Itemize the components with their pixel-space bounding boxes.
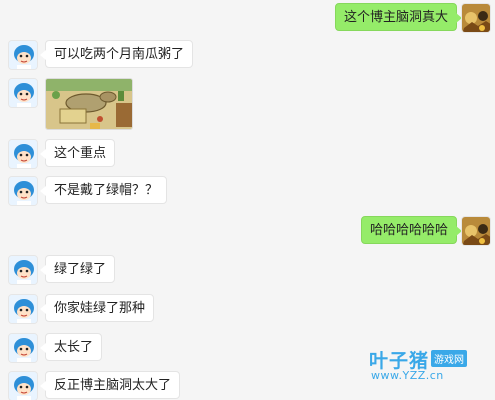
- contact-avatar[interactable]: [8, 78, 38, 108]
- watermark-url: www.YZZ.cn: [371, 369, 444, 382]
- contact-avatar[interactable]: [8, 40, 38, 70]
- message-bubble-received[interactable]: 这个重点: [39, 139, 116, 167]
- contact-avatar[interactable]: [8, 333, 38, 363]
- message-bubble-received[interactable]: 可以吃两个月南瓜粥了: [39, 40, 194, 68]
- site-watermark: 叶子猪 游戏网 www.YZZ.cn: [369, 346, 487, 386]
- watermark-tag: 游戏网: [431, 350, 467, 367]
- message-bubble-received[interactable]: 不是戴了绿帽？？: [39, 176, 168, 204]
- contact-avatar[interactable]: [8, 294, 38, 324]
- message-bubble-received[interactable]: 你家娃绿了那种: [39, 294, 155, 322]
- contact-avatar[interactable]: [8, 371, 38, 400]
- chat-window: 这个博主脑洞真大 可以吃两个月南瓜粥了 这个重点 不是戴了绿帽？？ 哈哈哈哈哈哈…: [0, 0, 495, 400]
- game-screenshot-image[interactable]: [45, 78, 133, 130]
- message-bubble-received[interactable]: 太长了: [39, 333, 103, 361]
- message-bubble-received[interactable]: 绿了绿了: [39, 255, 116, 283]
- self-avatar[interactable]: [461, 216, 491, 246]
- contact-avatar[interactable]: [8, 255, 38, 285]
- message-bubble-sent[interactable]: 这个博主脑洞真大: [334, 3, 463, 31]
- contact-avatar[interactable]: [8, 176, 38, 206]
- self-avatar[interactable]: [461, 3, 491, 33]
- message-bubble-sent[interactable]: 哈哈哈哈哈哈: [360, 216, 463, 244]
- message-bubble-received[interactable]: 反正博主脑洞太大了: [39, 371, 181, 399]
- contact-avatar[interactable]: [8, 139, 38, 169]
